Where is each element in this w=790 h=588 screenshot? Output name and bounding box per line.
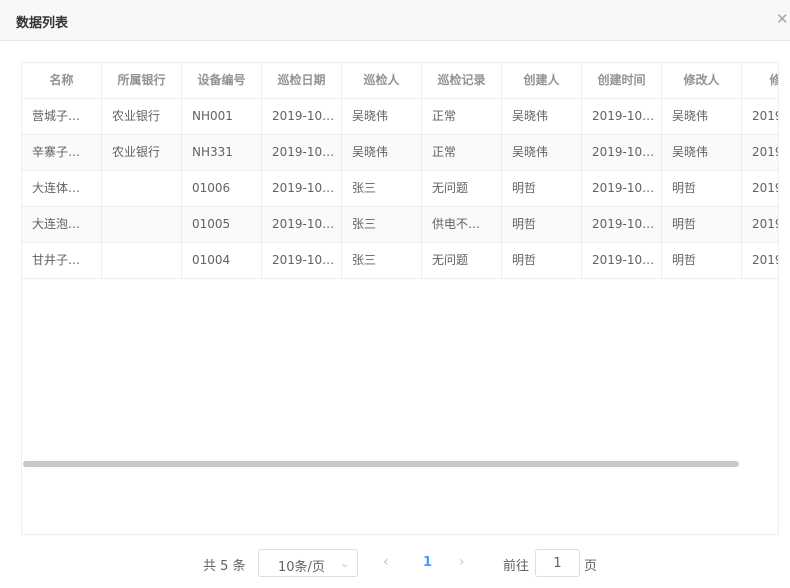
cell-inspector: 张三 bbox=[342, 207, 422, 243]
cell-inspection-record: 无问题 bbox=[422, 243, 502, 279]
cell-creator: 吴晓伟 bbox=[502, 135, 582, 171]
cell-modifier: 吴晓伟 bbox=[662, 99, 742, 135]
cell-modified-time: 2019 bbox=[742, 135, 778, 171]
column-header-creator[interactable]: 创建人 bbox=[502, 63, 582, 99]
cell-modified-time: 2019 bbox=[742, 243, 778, 279]
cell-created-time: 2019-10… bbox=[582, 135, 662, 171]
table-row[interactable]: 大连体… 01006 2019-10… 张三 无问题 明哲 2019-10… 明… bbox=[22, 171, 778, 207]
cell-created-time: 2019-10… bbox=[582, 207, 662, 243]
total-count: 共 5 条 bbox=[203, 559, 246, 574]
cell-modifier: 明哲 bbox=[662, 171, 742, 207]
column-header-device-id[interactable]: 设备编号 bbox=[182, 63, 262, 99]
data-table: 名称 所属银行 设备编号 巡检日期 巡检人 巡检记录 创建人 创建时间 修改人 … bbox=[21, 62, 779, 535]
cell-modified-time: 2019 bbox=[742, 207, 778, 243]
column-header-modifier[interactable]: 修改人 bbox=[662, 63, 742, 99]
cell-name: 营城子… bbox=[22, 99, 102, 135]
cell-created-time: 2019-10… bbox=[582, 99, 662, 135]
column-header-inspection-date[interactable]: 巡检日期 bbox=[262, 63, 342, 99]
horizontal-scrollbar[interactable] bbox=[23, 461, 739, 467]
cell-creator: 明哲 bbox=[502, 171, 582, 207]
cell-modifier: 明哲 bbox=[662, 243, 742, 279]
cell-device-id: 01006 bbox=[182, 171, 262, 207]
close-icon[interactable]: ✕ bbox=[776, 10, 789, 28]
cell-bank bbox=[102, 207, 182, 243]
goto-page-input[interactable] bbox=[535, 549, 580, 577]
cell-modifier: 明哲 bbox=[662, 207, 742, 243]
column-header-inspection-record[interactable]: 巡检记录 bbox=[422, 63, 502, 99]
cell-inspection-record: 正常 bbox=[422, 99, 502, 135]
table-row[interactable]: 甘井子… 01004 2019-10… 张三 无问题 明哲 2019-10… 明… bbox=[22, 243, 778, 279]
chevron-down-icon: ⌄ bbox=[340, 557, 350, 570]
cell-inspection-date: 2019-10… bbox=[262, 243, 342, 279]
cell-inspection-date: 2019-10… bbox=[262, 207, 342, 243]
cell-inspection-date: 2019-10… bbox=[262, 135, 342, 171]
table-row[interactable]: 大连泡… 01005 2019-10… 张三 供电不… 明哲 2019-10… … bbox=[22, 207, 778, 243]
goto-label: 前往 bbox=[503, 559, 530, 574]
table-row[interactable]: 营城子… 农业银行 NH001 2019-10… 吴晓伟 正常 吴晓伟 2019… bbox=[22, 99, 778, 135]
cell-inspector: 吴晓伟 bbox=[342, 135, 422, 171]
cell-device-id: 01004 bbox=[182, 243, 262, 279]
chevron-right-icon[interactable]: › bbox=[459, 554, 465, 570]
cell-name: 大连泡… bbox=[22, 207, 102, 243]
page-unit-label: 页 bbox=[584, 559, 598, 574]
cell-device-id: NH001 bbox=[182, 99, 262, 135]
cell-name: 辛寨子… bbox=[22, 135, 102, 171]
cell-inspection-date: 2019-10… bbox=[262, 99, 342, 135]
page-size-select[interactable]: 10条/页 ⌄ bbox=[258, 549, 358, 577]
table-row[interactable]: 辛寨子… 农业银行 NH331 2019-10… 吴晓伟 正常 吴晓伟 2019… bbox=[22, 135, 778, 171]
chevron-left-icon[interactable]: ‹ bbox=[383, 554, 389, 570]
page-number-current[interactable]: 1 bbox=[423, 555, 432, 570]
cell-creator: 吴晓伟 bbox=[502, 99, 582, 135]
pagination: 共 5 条 10条/页 ⌄ ‹ 1 › 前往 页 bbox=[0, 549, 790, 577]
cell-bank: 农业银行 bbox=[102, 99, 182, 135]
cell-created-time: 2019-10… bbox=[582, 171, 662, 207]
column-header-inspector[interactable]: 巡检人 bbox=[342, 63, 422, 99]
column-header-name[interactable]: 名称 bbox=[22, 63, 102, 99]
cell-creator: 明哲 bbox=[502, 207, 582, 243]
column-header-created-time[interactable]: 创建时间 bbox=[582, 63, 662, 99]
cell-modified-time: 2019 bbox=[742, 171, 778, 207]
cell-inspector: 张三 bbox=[342, 243, 422, 279]
page-size-label: 10条/页 bbox=[278, 560, 325, 575]
dialog-header: 数据列表 ✕ bbox=[0, 0, 790, 41]
cell-device-id: NH331 bbox=[182, 135, 262, 171]
cell-bank: 农业银行 bbox=[102, 135, 182, 171]
dialog-title: 数据列表 bbox=[16, 16, 69, 31]
cell-device-id: 01005 bbox=[182, 207, 262, 243]
table-body: 名称 所属银行 设备编号 巡检日期 巡检人 巡检记录 创建人 创建时间 修改人 … bbox=[22, 63, 778, 279]
cell-bank bbox=[102, 243, 182, 279]
cell-modifier: 吴晓伟 bbox=[662, 135, 742, 171]
cell-name: 大连体… bbox=[22, 171, 102, 207]
cell-inspector: 张三 bbox=[342, 171, 422, 207]
data-list-dialog: 数据列表 ✕ 名称 所属银行 设备编号 巡检日期 巡检人 巡检记录 创建人 创建… bbox=[0, 0, 790, 588]
cell-name: 甘井子… bbox=[22, 243, 102, 279]
cell-inspection-date: 2019-10… bbox=[262, 171, 342, 207]
cell-bank bbox=[102, 171, 182, 207]
cell-inspection-record: 正常 bbox=[422, 135, 502, 171]
column-header-bank[interactable]: 所属银行 bbox=[102, 63, 182, 99]
cell-modified-time: 2019 bbox=[742, 99, 778, 135]
cell-created-time: 2019-10… bbox=[582, 243, 662, 279]
column-header-modified-time[interactable]: 修改 bbox=[742, 63, 778, 99]
cell-inspection-record: 无问题 bbox=[422, 171, 502, 207]
cell-creator: 明哲 bbox=[502, 243, 582, 279]
table-header-row: 名称 所属银行 设备编号 巡检日期 巡检人 巡检记录 创建人 创建时间 修改人 … bbox=[22, 63, 778, 99]
cell-inspector: 吴晓伟 bbox=[342, 99, 422, 135]
cell-inspection-record: 供电不… bbox=[422, 207, 502, 243]
